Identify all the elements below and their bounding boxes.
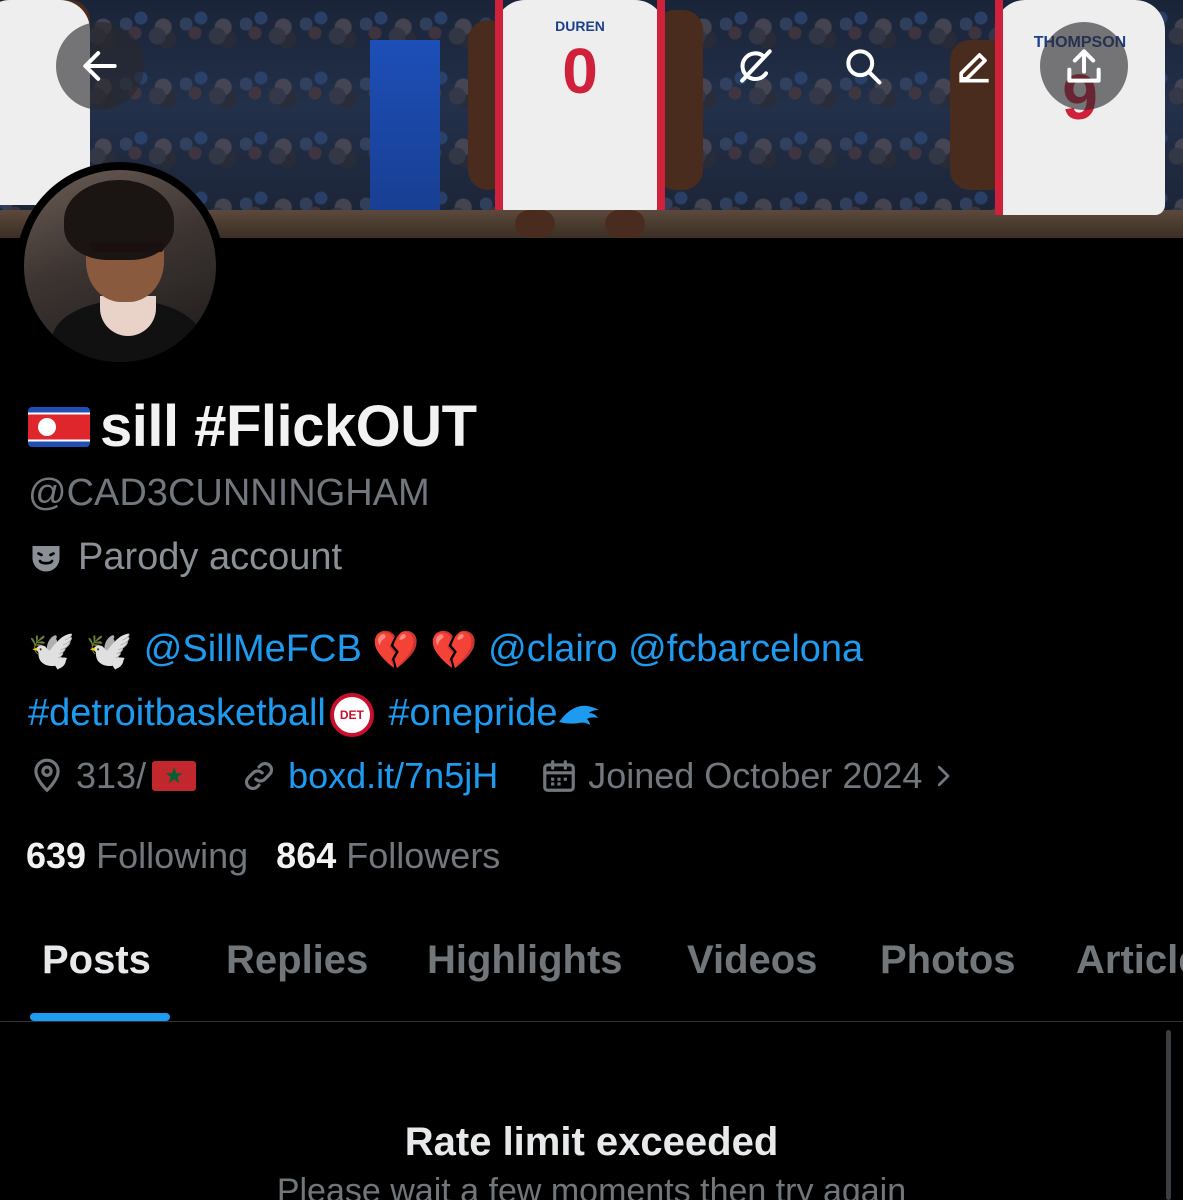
search-button[interactable] (819, 22, 907, 110)
banner-player-center: DUREN 0 (495, 0, 665, 210)
profile-bio: 🕊️ 🕊️ @SillMeFCB 💔 💔 @clairo @fcbarcelon… (28, 618, 1168, 744)
share-button[interactable] (1040, 22, 1128, 110)
pistons-logo-icon: DET (329, 692, 374, 737)
profile-tabs: Posts Replies Highlights Videos Photos A… (0, 930, 1183, 1022)
error-subtitle: Please wait a few moments then try again (276, 1172, 907, 1200)
user-handle: @CAD3CUNNINGHAM (28, 472, 430, 514)
active-tab-indicator (30, 1013, 170, 1021)
dove-emoji-icon: 🕊️ (28, 629, 76, 672)
tab-replies[interactable]: Replies (226, 938, 368, 983)
profile-meta: 313/ boxd.it/7n5jH Joined October 2024 (28, 752, 968, 800)
following-link[interactable]: 639 Following (26, 835, 248, 877)
broken-heart-emoji-icon: 💔 (430, 629, 478, 672)
followers-label: Followers (346, 835, 501, 876)
following-label: Following (96, 835, 249, 876)
location-text: 313/ (76, 755, 147, 796)
profile-avatar[interactable] (16, 162, 224, 370)
bio-mention-link[interactable]: @SillMeFCB (144, 628, 362, 670)
morocco-flag-icon (152, 761, 197, 791)
theater-mask-icon (32, 545, 60, 571)
location-item: 313/ (28, 755, 197, 797)
website-link[interactable]: boxd.it/7n5jH (288, 755, 498, 797)
bio-mention-link[interactable]: @clairo (488, 628, 617, 670)
back-button[interactable] (56, 22, 144, 110)
bio-line-2: #detroitbasketball DET #onepride (28, 682, 1168, 744)
followers-count: 864 (276, 835, 337, 876)
following-count: 639 (26, 835, 87, 876)
north-korea-flag-icon (28, 406, 90, 447)
bio-mention-link[interactable]: @fcbarcelona (628, 628, 863, 670)
banner-player-leg (605, 210, 645, 238)
location-pin-icon (34, 758, 60, 793)
parody-label: Parody account (28, 536, 342, 579)
tab-articles[interactable]: Articles (1076, 938, 1183, 983)
joined-text: Joined October 2024 (588, 755, 923, 796)
edit-icon (959, 53, 989, 83)
share-icon (1067, 49, 1101, 83)
bio-hashtag-link[interactable]: #onepride (388, 692, 557, 734)
grok-icon (740, 49, 772, 83)
parody-text: Parody account (78, 536, 343, 578)
avatar-photo (24, 170, 216, 362)
display-name: sill #FlickOUT (28, 393, 477, 460)
tab-posts[interactable]: Posts (42, 938, 151, 983)
website-item[interactable]: boxd.it/7n5jH (240, 755, 498, 797)
dove-emoji-icon: 🕊️ (85, 629, 134, 672)
error-title: Rate limit exceeded (404, 1120, 779, 1164)
banner-player-leg (515, 210, 555, 238)
jersey-number: 0 (562, 35, 598, 107)
follow-stats: 639 Following 864 Followers (26, 835, 500, 877)
tab-photos[interactable]: Photos (880, 938, 1016, 983)
broken-heart-emoji-icon: 💔 (372, 629, 420, 672)
bio-hashtag-link[interactable]: #detroitbasketball (28, 692, 326, 734)
chevron-right-icon (938, 765, 950, 787)
display-name-text: sill #FlickOUT (100, 394, 477, 459)
jersey-name: DUREN (555, 18, 605, 34)
avatar-glasses (90, 242, 164, 252)
tab-videos[interactable]: Videos (687, 938, 817, 983)
joined-item[interactable]: Joined October 2024 (540, 755, 968, 797)
link-icon (245, 762, 274, 790)
calendar-icon (543, 760, 576, 792)
edit-button[interactable] (930, 22, 1018, 110)
lions-logo-icon (559, 705, 600, 725)
banner-basket-stanchion (370, 40, 440, 238)
back-arrow-icon (83, 51, 117, 81)
search-icon (846, 49, 882, 85)
followers-link[interactable]: 864 Followers (276, 835, 500, 877)
grok-button[interactable] (711, 22, 799, 110)
tab-highlights[interactable]: Highlights (427, 938, 623, 983)
bio-line-1: 🕊️ 🕊️ @SillMeFCB 💔 💔 @clairo @fcbarcelon… (28, 618, 1168, 682)
